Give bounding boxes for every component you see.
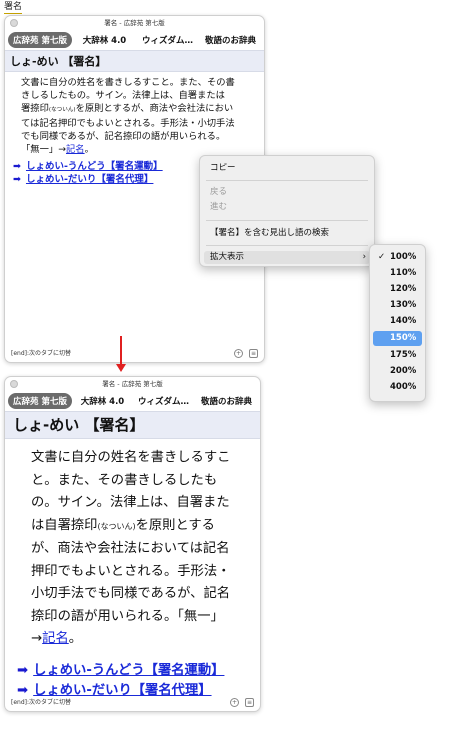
menu-item-forward[interactable]: 進む — [210, 201, 366, 214]
zoom-option[interactable]: ✓ 100% — [373, 250, 422, 265]
arrow-right-icon: ➡ — [13, 174, 21, 185]
menu-item-back[interactable]: 戻る — [210, 186, 366, 199]
menu-item-search-headword[interactable]: 【署名】を含む見出し語の検索 — [210, 227, 366, 240]
tab-daijirin[interactable]: 大辞林 4.0 — [74, 32, 135, 48]
chevron-right-icon: › — [362, 252, 366, 262]
zoom-option[interactable]: 120% — [373, 282, 422, 297]
arrow-right-icon: ➡ — [17, 662, 29, 678]
definition-text: 文書に自分の姓名を書きしるすこ と。また、その書きしるしたも の。サイン。法律上… — [31, 450, 231, 646]
tab-wisdom[interactable]: ウィズダム… — [137, 32, 198, 48]
context-menu: コピー 戻る 進む 【署名】を含む見出し語の検索 拡大表示 › — [199, 155, 375, 267]
dictionary-window-after: 署名 - 広辞苑 第七版 広辞苑 第七版 大辞林 4.0 ウィズダム… 敬語のお… — [4, 376, 261, 712]
zoom-icon[interactable]: + — [230, 698, 239, 707]
footer-hint: [end]:次のタブに切替 — [11, 350, 72, 357]
bookmark-icon[interactable]: ≡ — [245, 698, 254, 707]
zoom-option[interactable]: 400% — [373, 380, 422, 395]
footer: [end]:次のタブに切替 + ≡ — [5, 346, 264, 362]
tab-keigo[interactable]: 敬語のお辞典 — [200, 32, 261, 48]
zoom-option[interactable]: 200% — [373, 364, 422, 379]
zoom-option-selected[interactable]: 150% — [373, 331, 422, 346]
link-shomei-dairi[interactable]: しょめい-だいり【署名代理】 — [26, 174, 153, 185]
headword: しょ-めい 【署名】 — [5, 411, 260, 439]
transition-arrow-head — [116, 364, 126, 372]
zoom-option[interactable]: 130% — [373, 298, 422, 313]
related-item: ➡ しょめい-うんどう【署名運動】 — [17, 661, 260, 681]
zoom-option[interactable]: 175% — [373, 348, 422, 363]
menu-item-zoom[interactable]: 拡大表示 › — [204, 251, 370, 264]
related-links: ➡ しょめい-うんどう【署名運動】 ➡ しょめい-だいり【署名代理】 — [5, 651, 260, 701]
footer: [end]:次のタブに切替 + ≡ — [5, 695, 260, 711]
tab-daijirin[interactable]: 大辞林 4.0 — [74, 393, 131, 409]
window-title: 署名 - 広辞苑 第七版 — [104, 19, 165, 27]
title-bar: 署名 - 広辞苑 第七版 — [5, 377, 260, 391]
zoom-icon[interactable]: + — [234, 349, 243, 358]
menu-separator — [206, 245, 368, 246]
tab-keigo[interactable]: 敬語のお辞典 — [196, 393, 257, 409]
dictionary-tabs: 広辞苑 第七版 大辞林 4.0 ウィズダム… 敬語のお辞典 — [5, 30, 264, 50]
zoom-submenu: ✓ 100% 110% 120% 130% 140% 150% 175% 200%… — [369, 244, 426, 402]
title-bar: 署名 - 広辞苑 第七版 — [5, 16, 264, 30]
tab-koujien[interactable]: 広辞苑 第七版 — [8, 393, 72, 409]
link-kimei[interactable]: 記名 — [42, 631, 69, 646]
tab-wisdom[interactable]: ウィズダム… — [133, 393, 194, 409]
check-icon: ✓ — [378, 252, 386, 262]
footer-hint: [end]:次のタブに切替 — [11, 699, 72, 706]
menu-item-copy[interactable]: コピー — [210, 162, 366, 175]
link-shomei-undou[interactable]: しょめい-うんどう【署名運動】 — [26, 161, 163, 172]
close-button[interactable] — [10, 19, 18, 27]
menu-separator — [206, 220, 368, 221]
headword: しょ-めい 【署名】 — [5, 50, 264, 72]
zoom-option[interactable]: 110% — [373, 266, 422, 281]
menu-separator — [206, 180, 368, 181]
link-shomei-undou[interactable]: しょめい-うんどう【署名運動】 — [33, 663, 224, 678]
definition-text: 文書に自分の姓名を書きしるすこと。また、その書 きしるしたもの。サイン。法律上は… — [21, 77, 235, 155]
caption-label: 署名 — [4, 2, 23, 14]
arrow-right-icon: ➡ — [13, 161, 21, 172]
zoom-option[interactable]: 140% — [373, 314, 422, 329]
link-kimei[interactable]: 記名 — [66, 144, 85, 155]
tab-koujien[interactable]: 広辞苑 第七版 — [8, 32, 72, 48]
bookmark-icon[interactable]: ≡ — [249, 349, 258, 358]
window-title: 署名 - 広辞苑 第七版 — [102, 380, 163, 388]
close-button[interactable] — [10, 380, 18, 388]
dictionary-tabs: 広辞苑 第七版 大辞林 4.0 ウィズダム… 敬語のお辞典 — [5, 391, 260, 411]
transition-arrow — [120, 336, 122, 366]
